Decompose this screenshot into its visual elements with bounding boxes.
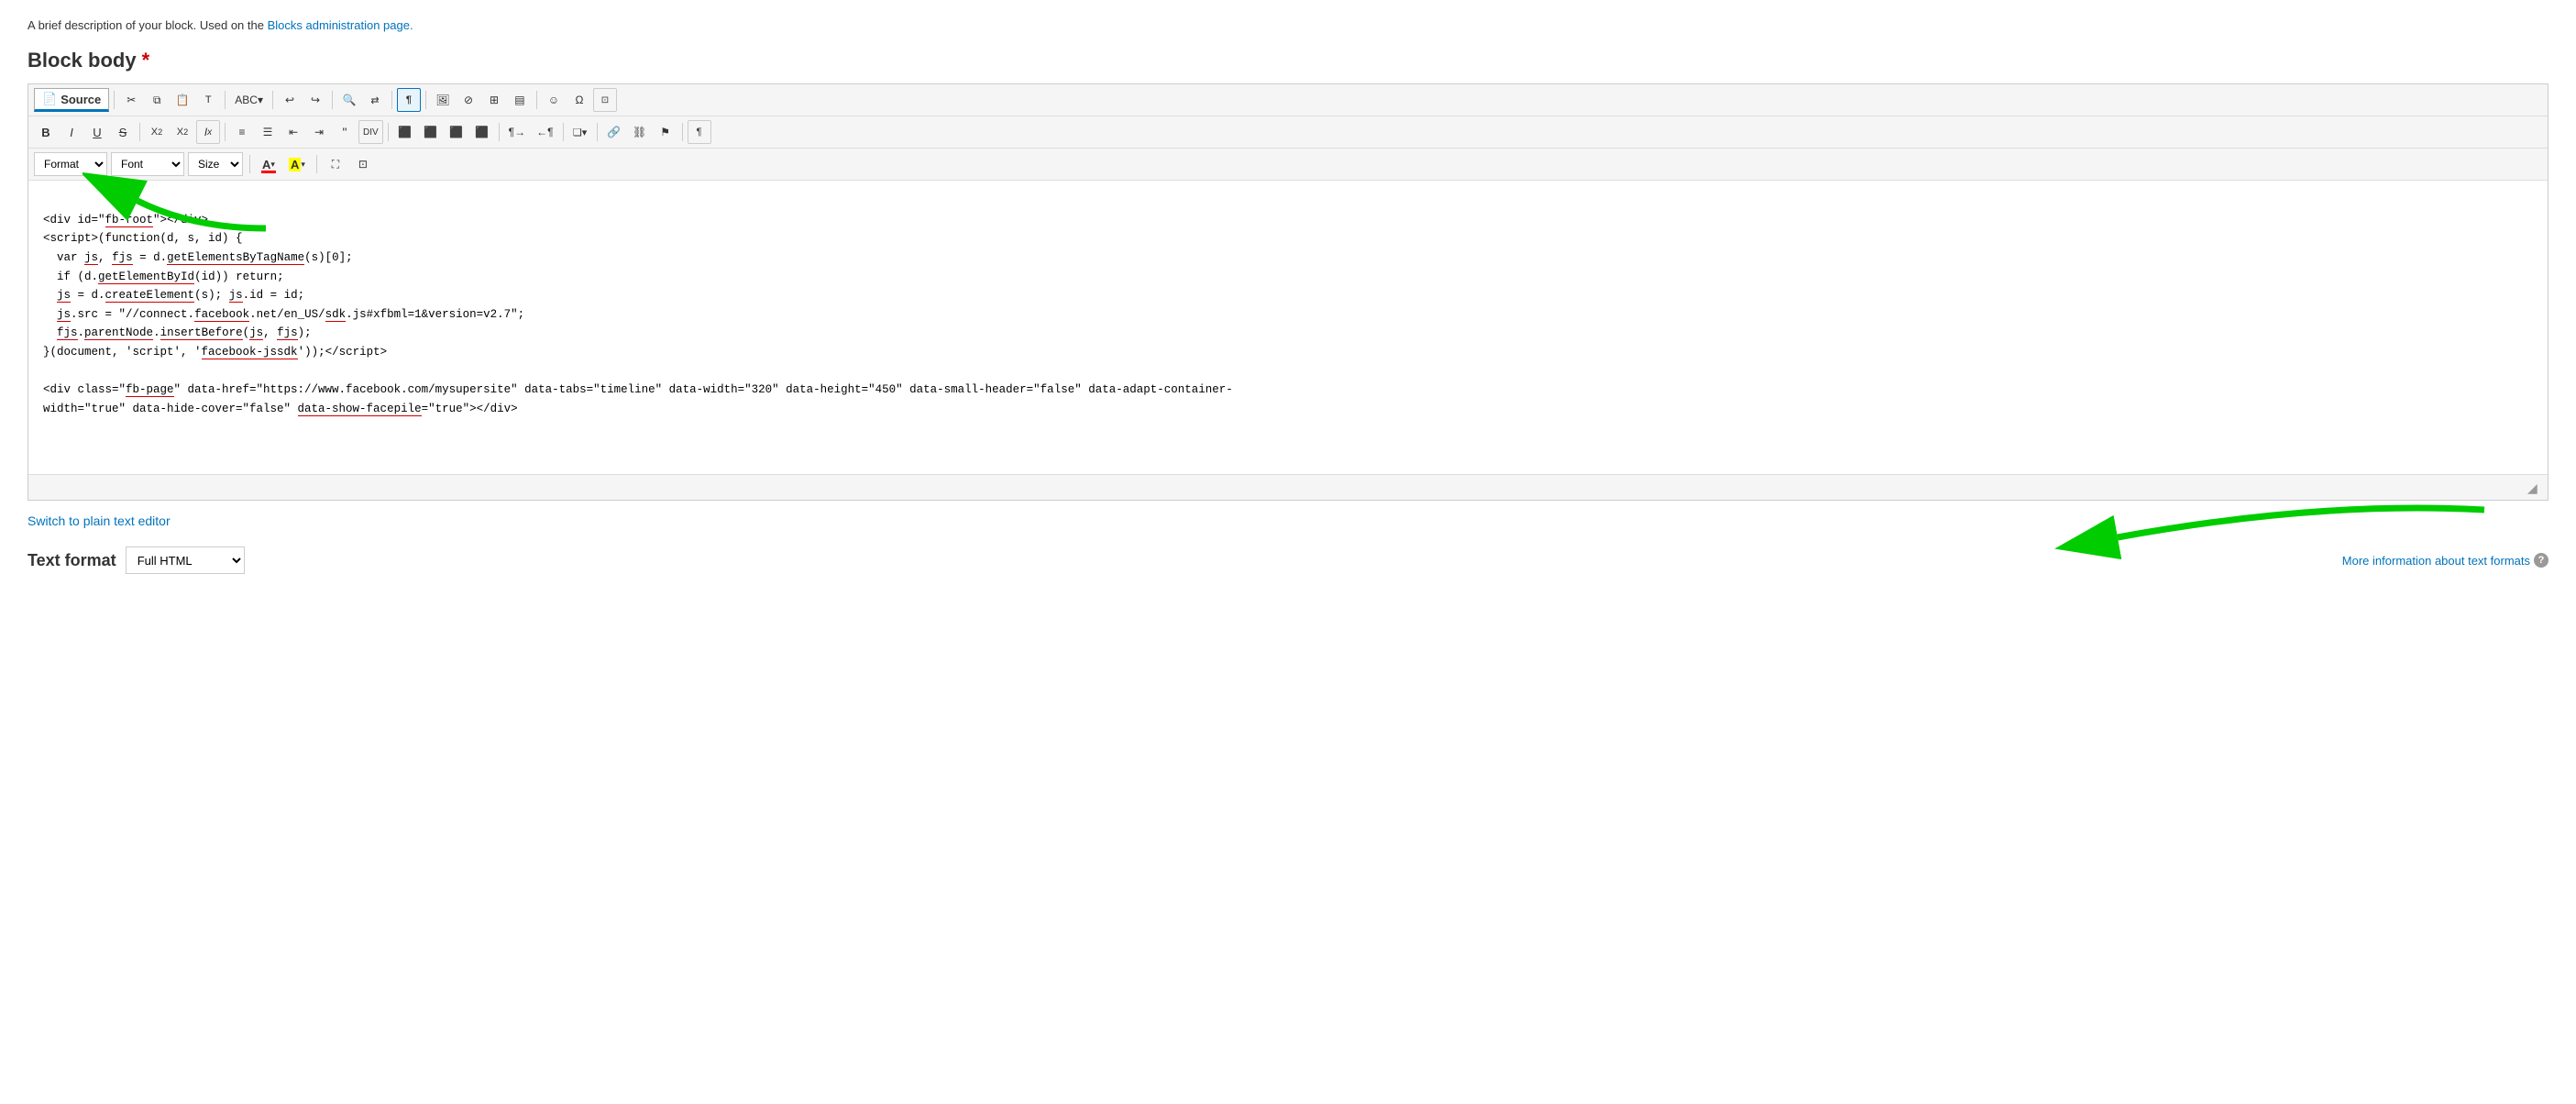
- table-button[interactable]: ⊞: [482, 88, 506, 112]
- anchor-button[interactable]: ⚑: [654, 120, 677, 144]
- image-button[interactable]: 🖼: [431, 88, 455, 112]
- separator-6: [425, 91, 426, 109]
- bidi-rtl-button[interactable]: ←¶: [532, 120, 557, 144]
- table-cell-button[interactable]: ▤: [508, 88, 532, 112]
- separator-9: [225, 123, 226, 141]
- strikethrough-button[interactable]: S: [111, 120, 135, 144]
- more-info-link[interactable]: More information about text formats ?: [2342, 553, 2548, 568]
- select-all-button[interactable]: ¶: [397, 88, 421, 112]
- div-button[interactable]: DIV: [358, 120, 383, 144]
- show-blocks-button[interactable]: ¶: [688, 120, 711, 144]
- justify-center-button[interactable]: ⬛: [419, 120, 443, 144]
- required-star: *: [142, 49, 150, 72]
- separator-12: [563, 123, 564, 141]
- bidi-ltr-button[interactable]: ¶→: [504, 120, 530, 144]
- editor-wrapper: 📄 Source ✂ ⧉ 📋 T ABC▾ ↩ ↪ 🔍 ⇄ ¶ 🖼 ⊘ ⊞ ▤: [28, 83, 2548, 501]
- separator-14: [682, 123, 683, 141]
- font-dropdown[interactable]: Font: [111, 152, 184, 176]
- toolbar-row-1: 📄 Source ✂ ⧉ 📋 T ABC▾ ↩ ↪ 🔍 ⇄ ¶ 🖼 ⊘ ⊞ ▤: [28, 84, 2548, 116]
- paste-text-button[interactable]: T: [196, 88, 220, 112]
- block-body-label: Block body *: [28, 49, 2548, 72]
- indent-button[interactable]: ⇥: [307, 120, 331, 144]
- cut-button[interactable]: ✂: [119, 88, 143, 112]
- special-char-button[interactable]: Ω: [567, 88, 591, 112]
- language-button[interactable]: ❏▾: [568, 120, 592, 144]
- preview-button[interactable]: ⊡: [351, 152, 375, 176]
- separator-1: [114, 91, 115, 109]
- paste-button[interactable]: 📋: [171, 88, 194, 112]
- justify-right-button[interactable]: ⬛: [445, 120, 468, 144]
- bg-color-button[interactable]: A ▾: [284, 152, 310, 176]
- separator-8: [139, 123, 140, 141]
- separator-16: [316, 155, 317, 173]
- toolbar-row-2: B I U S X2 X2 Ix ≡ ☰ ⇤ ⇥ " DIV ⬛ ⬛ ⬛ ⬛ ¶…: [28, 116, 2548, 149]
- maximize-button[interactable]: ⛶: [324, 152, 347, 176]
- page-description: A brief description of your block. Used …: [28, 18, 2548, 32]
- separator-7: [536, 91, 537, 109]
- replace-button[interactable]: ⇄: [363, 88, 387, 112]
- unlink-button[interactable]: ⛓: [628, 120, 652, 144]
- undo-button[interactable]: ↩: [278, 88, 302, 112]
- separator-5: [391, 91, 392, 109]
- separator-4: [332, 91, 333, 109]
- toolbar-row-3: Format Font Size A ▾ A ▾ ⛶ ⊡: [28, 149, 2548, 181]
- iframe-button[interactable]: ⊡: [593, 88, 617, 112]
- separator-10: [388, 123, 389, 141]
- text-format-row: Text format Full HTML Basic HTML Plain t…: [28, 546, 2548, 574]
- justify-left-button[interactable]: ⬛: [393, 120, 417, 144]
- font-color-button[interactable]: A ▾: [257, 152, 281, 176]
- separator-15: [249, 155, 250, 173]
- separator-3: [272, 91, 273, 109]
- copy-button[interactable]: ⧉: [145, 88, 169, 112]
- info-icon: ?: [2534, 553, 2548, 568]
- source-button[interactable]: 📄 Source: [34, 88, 109, 112]
- switch-plain-text-link[interactable]: Switch to plain text editor: [28, 513, 171, 528]
- smiley-button[interactable]: ☺: [542, 88, 566, 112]
- separator-13: [597, 123, 598, 141]
- redo-button[interactable]: ↪: [303, 88, 327, 112]
- numbered-list-button[interactable]: ≡: [230, 120, 254, 144]
- remove-format-button[interactable]: Ix: [196, 120, 220, 144]
- resize-handle[interactable]: ◢: [2527, 481, 2540, 494]
- blocks-admin-link[interactable]: Blocks administration page.: [268, 18, 413, 32]
- subscript-button[interactable]: X2: [145, 120, 169, 144]
- editor-content-area[interactable]: <div id="fb-root"></div> <script>(functi…: [28, 181, 2548, 474]
- spell-check-button[interactable]: ABC▾: [230, 88, 268, 112]
- outdent-button[interactable]: ⇤: [281, 120, 305, 144]
- text-format-select[interactable]: Full HTML Basic HTML Plain text: [126, 546, 245, 574]
- switch-plain-text-section: Switch to plain text editor: [28, 513, 2548, 528]
- text-format-label: Text format: [28, 551, 116, 570]
- editor-statusbar: ◢: [28, 474, 2548, 500]
- underline-button[interactable]: U: [85, 120, 109, 144]
- format-dropdown[interactable]: Format: [34, 152, 107, 176]
- source-icon: 📄: [42, 92, 57, 106]
- separator-11: [499, 123, 500, 141]
- link-button[interactable]: 🔗: [602, 120, 626, 144]
- flash-button[interactable]: ⊘: [457, 88, 480, 112]
- find-button[interactable]: 🔍: [337, 88, 361, 112]
- bold-button[interactable]: B: [34, 120, 58, 144]
- justify-full-button[interactable]: ⬛: [470, 120, 494, 144]
- italic-button[interactable]: I: [60, 120, 83, 144]
- superscript-button[interactable]: X2: [171, 120, 194, 144]
- size-dropdown[interactable]: Size: [188, 152, 243, 176]
- separator-2: [225, 91, 226, 109]
- blockquote-button[interactable]: ": [333, 120, 357, 144]
- bullet-list-button[interactable]: ☰: [256, 120, 280, 144]
